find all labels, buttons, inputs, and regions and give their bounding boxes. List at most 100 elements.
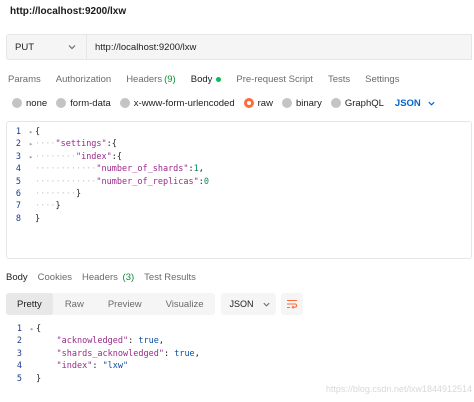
code-token: :{	[106, 139, 117, 150]
code-line: 1 ▸{	[10, 323, 200, 335]
tab-params[interactable]: Params	[8, 74, 41, 85]
code-token: :{	[111, 151, 123, 162]
code-token: true	[138, 336, 159, 347]
line-number: 2	[16, 336, 22, 347]
chevron-down-icon	[262, 302, 270, 307]
code-token: {	[36, 324, 42, 334]
code-token: }	[75, 188, 82, 199]
response-tab-test-results[interactable]: Test Results	[144, 272, 196, 283]
request-body-code: 1 ▸{2 ▸ ···· "settings":{3 ▸ ········ "index":{…	[9, 126, 209, 238]
body-type-radios: none form-data x-www-form-urlencoded raw…	[12, 96, 436, 110]
line-number: 3	[16, 348, 22, 359]
wrap-lines-button[interactable]	[281, 293, 304, 315]
radio-icon	[12, 98, 22, 108]
request-tabs: Params Authorization Headers (9) Body Pre…	[8, 72, 414, 86]
code-token: "index"	[75, 151, 112, 162]
radio-form-data[interactable]: form-data	[56, 98, 111, 109]
view-mode-switch: Pretty Raw Preview Visualize	[6, 293, 216, 315]
view-preview-button[interactable]: Preview	[96, 293, 154, 315]
view-visualize-button[interactable]: Visualize	[154, 293, 216, 315]
code-line	[9, 225, 209, 237]
code-token: 0	[203, 176, 210, 187]
radio-graphql[interactable]: GraphQL	[330, 98, 384, 109]
code-token: "number_of_replicas"	[96, 176, 199, 187]
radio-urlencoded[interactable]: x-www-form-urlencoded	[119, 97, 235, 109]
tab-tests[interactable]: Tests	[328, 74, 350, 85]
radio-label: binary	[295, 97, 322, 109]
code-line: 2 "acknowledged": true,	[10, 335, 200, 347]
url-bar: PUT http://localhost:9200/lxw	[6, 34, 472, 60]
code-token: "lxw"	[102, 361, 129, 372]
view-pretty-button[interactable]: Pretty	[6, 293, 53, 315]
code-line: 3 "shards_acknowledged": true,	[10, 348, 200, 360]
tab-label: Params	[8, 73, 41, 85]
code-token: ········	[35, 188, 76, 199]
response-tab-body[interactable]: Body	[6, 272, 28, 283]
radio-icon	[281, 98, 292, 108]
fold-gutter	[29, 225, 35, 237]
radio-label: form-data	[70, 97, 111, 109]
code-token: :	[92, 361, 103, 372]
code-token: "acknowledged"	[56, 336, 129, 347]
response-tab-headers[interactable]: Headers (3)	[82, 272, 134, 283]
method-label: PUT	[15, 41, 34, 53]
code-line: 7 ····}	[9, 200, 209, 212]
code-token: "shards_acknowledged"	[56, 348, 164, 359]
view-raw-button[interactable]: Raw	[53, 293, 96, 315]
response-tab-cookies[interactable]: Cookies	[38, 272, 72, 283]
radio-raw[interactable]: raw	[243, 97, 273, 109]
url-input[interactable]: http://localhost:9200/lxw	[86, 34, 472, 60]
tab-label: Tests	[327, 73, 351, 85]
code-token: ········	[35, 151, 76, 162]
line-number: 2	[15, 139, 21, 150]
window-title: http://localhost:9200/lxw	[10, 6, 127, 17]
line-number: 5	[16, 373, 22, 384]
code-token: ············	[35, 176, 97, 187]
headers-count: (9)	[164, 73, 176, 85]
tab-authorization[interactable]: Authorization	[56, 74, 111, 85]
tab-settings[interactable]: Settings	[365, 74, 399, 85]
radio-icon	[330, 98, 341, 108]
code-token: }	[36, 373, 42, 384]
tab-label: Authorization	[55, 73, 112, 85]
tab-label: Pre-request Script	[236, 73, 313, 85]
response-tabs: Body Cookies Headers (3) Test Results	[6, 270, 206, 284]
line-number: 3	[15, 151, 21, 162]
tab-body[interactable]: Body	[191, 74, 222, 85]
method-select[interactable]: PUT	[6, 34, 86, 60]
tab-label: Body	[190, 73, 213, 85]
code-line: 4 ············ "number_of_shards":1,	[9, 163, 209, 175]
wrap-lines-icon	[287, 299, 298, 309]
code-token: ,	[194, 348, 200, 359]
code-token: "number_of_shards"	[96, 164, 189, 175]
code-token: true	[174, 348, 195, 359]
tab-pre-request-script[interactable]: Pre-request Script	[236, 74, 313, 85]
tab-label: Headers	[81, 271, 118, 283]
radio-none[interactable]: none	[12, 98, 47, 109]
code-line: 5}	[10, 373, 200, 385]
line-number: 8	[15, 213, 21, 224]
tab-headers[interactable]: Headers (9)	[126, 74, 176, 85]
response-format-label: JSON	[229, 299, 254, 309]
radio-label: x-www-form-urlencoded	[133, 97, 235, 109]
code-line: 6 ········}	[9, 188, 209, 200]
code-line: 5 ············ "number_of_replicas":0	[9, 176, 209, 188]
radio-label: raw	[257, 97, 273, 109]
code-token: "index"	[56, 361, 93, 372]
response-format-dropdown[interactable]: JSON	[221, 293, 277, 315]
body-format-dropdown[interactable]: JSON	[395, 98, 436, 109]
response-toolbar: Pretty Raw Preview Visualize JSON	[6, 293, 304, 315]
code-line: 3 ▸ ········ "index":{	[9, 151, 209, 163]
radio-binary[interactable]: binary	[281, 97, 322, 109]
line-number: 1	[16, 324, 22, 334]
code-line: 2 ▸ ···· "settings":{	[9, 138, 209, 150]
tab-label: Headers	[126, 73, 163, 85]
chevron-down-icon	[428, 101, 435, 106]
line-number: 6	[15, 188, 21, 199]
code-token: ····	[35, 201, 56, 212]
line-number: 5	[15, 176, 21, 187]
line-number: 4	[15, 164, 21, 175]
request-body-editor[interactable]: 1 ▸{2 ▸ ···· "settings":{3 ▸ ········ "index":{…	[6, 121, 472, 259]
code-token: {	[35, 127, 41, 137]
code-token: ,	[158, 336, 164, 347]
